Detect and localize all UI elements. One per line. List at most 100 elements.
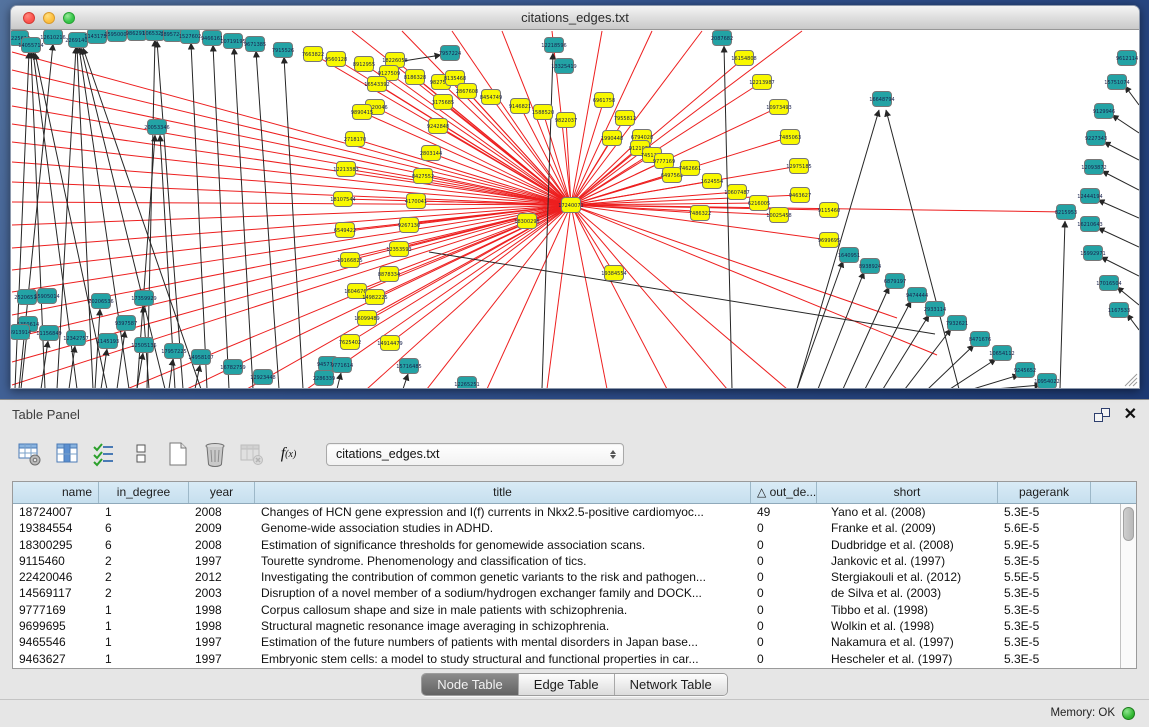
table-row[interactable]: 911546021997Tourette syndrome. Phenomeno… [13, 553, 1120, 569]
table-row[interactable]: 1872400712008Changes of HCN gene express… [13, 504, 1120, 520]
graph-node[interactable]: 6879197 [884, 274, 906, 289]
table-row[interactable]: 1938455462009Genome-wide association stu… [13, 520, 1120, 536]
graph-node[interactable]: 17240071 [558, 198, 583, 213]
table-row[interactable]: 977716911998Corpus callosum shape and si… [13, 602, 1120, 618]
graph-node[interactable]: 9146821 [509, 99, 531, 114]
close-panel-icon[interactable]: ✕ [1124, 407, 1137, 423]
graph-node[interactable]: 17957225 [161, 344, 186, 359]
graph-node[interactable]: 8215953 [1055, 205, 1077, 220]
graph-node[interactable]: 9242848 [427, 119, 449, 134]
graph-node[interactable]: 1624554 [701, 174, 723, 189]
column-header-name[interactable]: name [13, 482, 99, 503]
graph-node[interactable]: 12265251 [454, 377, 479, 389]
vertical-scrollbar[interactable] [1120, 504, 1136, 668]
graph-node[interactable]: 16154808 [731, 51, 756, 66]
graph-node[interactable]: 9671385 [244, 37, 266, 52]
network-view[interactable]: 8225614140557141261021622691406114317561… [11, 30, 1139, 388]
graph-node[interactable]: 9245652 [1014, 363, 1036, 378]
graph-node[interactable]: 13325419 [551, 59, 576, 74]
row-pair-icon[interactable] [127, 441, 154, 468]
graph-node[interactable]: 18300295 [514, 214, 539, 229]
graph-node[interactable]: 8878334 [378, 267, 400, 282]
graph-node[interactable]: 16782759 [220, 360, 245, 375]
graph-node[interactable]: 12218596 [541, 38, 566, 53]
graph-node[interactable]: 20053346 [144, 120, 169, 135]
graph-node[interactable]: 1990448 [601, 131, 623, 146]
graph-node[interactable]: 12093872 [1081, 160, 1106, 175]
graph-node[interactable]: 2803144 [420, 146, 442, 161]
column-header-short[interactable]: short [817, 482, 998, 503]
column-header-title[interactable]: title [255, 482, 751, 503]
graph-node[interactable]: 2933114 [924, 302, 946, 317]
graph-node[interactable]: 19166825 [337, 253, 362, 268]
graph-node[interactable]: 20206536 [88, 294, 113, 309]
resize-grip[interactable] [1125, 374, 1137, 386]
graph-node[interactable]: 16543392 [364, 77, 389, 92]
graph-node[interactable]: 15905014 [34, 289, 59, 304]
table-row[interactable]: 1456911722003Disruption of a novel membe… [13, 585, 1120, 601]
column-header-out_de[interactable]: △ out_de... [751, 482, 817, 503]
graph-node[interactable]: 12444194 [1077, 189, 1102, 204]
graph-node[interactable]: 7915526 [272, 43, 294, 58]
graph-node[interactable]: 2087682 [711, 31, 733, 46]
graph-node[interactable]: 18107544 [330, 192, 355, 207]
graph-node[interactable]: 8938924 [859, 259, 881, 274]
graph-node[interactable]: 9699695 [818, 233, 840, 248]
graph-node[interactable]: 9771614 [331, 358, 353, 373]
graph-node[interactable]: 12213383 [333, 162, 358, 177]
float-panel-icon[interactable] [1094, 408, 1110, 422]
column-header-year[interactable]: year [189, 482, 255, 503]
graph-node[interactable]: 12342757 [63, 331, 88, 346]
graph-node[interactable]: 1145193 [97, 334, 119, 349]
table-row[interactable]: 946554611997Estimation of the future num… [13, 634, 1120, 650]
graph-node[interactable]: 16099489 [354, 311, 379, 326]
graph-node[interactable]: 12923448 [250, 370, 275, 385]
graph-node[interactable]: 16210643 [1077, 217, 1102, 232]
delete-column-icon[interactable] [201, 441, 228, 468]
graph-node[interactable]: 8427552 [412, 169, 434, 184]
graph-node[interactable]: 15751074 [1104, 75, 1129, 90]
graph-node[interactable]: 19384554 [601, 266, 626, 281]
graph-node[interactable]: 6216005 [748, 196, 770, 211]
graph-node[interactable]: 7932621 [946, 316, 968, 331]
graph-node[interactable]: 7625402 [339, 335, 361, 350]
graph-node[interactable]: 9822037 [555, 113, 577, 128]
graph-node[interactable]: 9777169 [653, 154, 675, 169]
graph-node[interactable]: 9397587 [115, 316, 137, 331]
select-rows-icon[interactable] [90, 441, 117, 468]
tab-edge-table[interactable]: Edge Table [519, 674, 615, 695]
graph-node[interactable]: 10973493 [766, 100, 791, 115]
graph-node[interactable]: 7957224 [439, 46, 461, 61]
table-row[interactable]: 2242004622012Investigating the contribut… [13, 569, 1120, 585]
graph-node[interactable]: 9612114 [1116, 51, 1138, 66]
graph-node[interactable]: 9267130 [398, 218, 420, 233]
graph-node[interactable]: 17359929 [131, 291, 156, 306]
function-icon[interactable]: f(x) [275, 441, 302, 468]
graph-node[interactable]: 12353593 [386, 242, 411, 257]
close-window-button[interactable] [23, 12, 35, 24]
graph-node[interactable]: 14958107 [188, 350, 213, 365]
graph-node[interactable]: 7486322 [689, 206, 711, 221]
graph-node[interactable]: 1640951 [838, 248, 860, 263]
zoom-window-button[interactable] [63, 12, 75, 24]
network-window-titlebar[interactable]: citations_edges.txt [11, 6, 1139, 30]
graph-node[interactable]: 10654112 [989, 346, 1014, 361]
table-mode-icon[interactable] [16, 441, 43, 468]
graph-node[interactable]: 10025458 [766, 208, 791, 223]
graph-node[interactable]: 7955812 [614, 111, 636, 126]
column-header-pagerank[interactable]: pagerank [998, 482, 1091, 503]
graph-node[interactable]: 9474444 [906, 288, 928, 303]
graph-node[interactable]: 8471676 [969, 332, 991, 347]
graph-node[interactable]: 2867608 [456, 84, 478, 99]
graph-node[interactable]: 11156849 [36, 326, 61, 341]
graph-node[interactable]: 14982225 [362, 290, 387, 305]
table-row[interactable]: 1830029562008Estimation of significance … [13, 537, 1120, 553]
tab-network-table[interactable]: Network Table [615, 674, 727, 695]
graph-node[interactable]: 8912955 [353, 57, 375, 72]
graph-node[interactable]: 1588520 [532, 105, 554, 120]
graph-node[interactable]: 2718170 [344, 132, 366, 147]
minimize-window-button[interactable] [43, 12, 55, 24]
graph-node[interactable]: 15992971 [1080, 246, 1105, 261]
graph-node[interactable]: 9227343 [1085, 131, 1107, 146]
graph-node[interactable]: 9560128 [325, 52, 347, 67]
